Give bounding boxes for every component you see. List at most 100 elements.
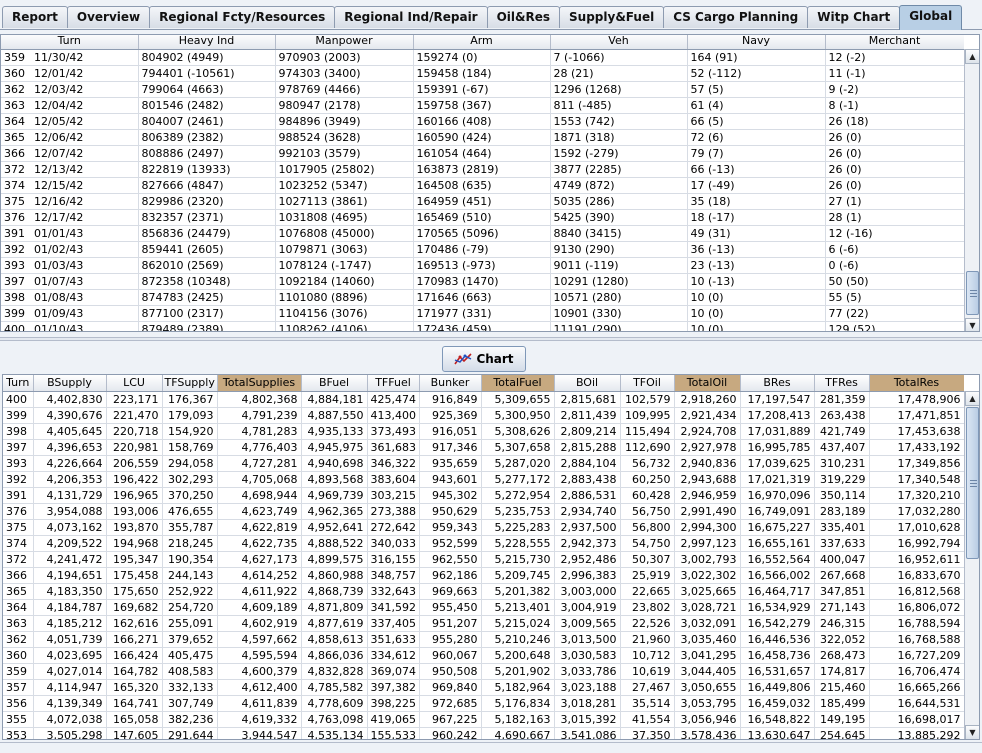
column-header-turn[interactable]: Turn xyxy=(1,35,139,50)
table-row[interactable]: 366 4,194,651 175,458 244,143 4,614,252 4,860… xyxy=(3,567,964,584)
tab-regional-fcty-resources[interactable]: Regional Fcty/Resources xyxy=(149,6,336,28)
cell-tffuel: 346,322 xyxy=(367,455,420,472)
scroll-thumb[interactable] xyxy=(966,271,979,315)
table-row[interactable]: 391 4,131,729 196,965 370,250 4,698,944 4,969… xyxy=(3,487,964,504)
cell-bsupply: 4,027,014 xyxy=(33,663,107,680)
cell-tfres: 347,851 xyxy=(814,583,870,600)
table-row[interactable]: 376 12/17/42 832357 (2371) 1031808 (4695) 16… xyxy=(1,209,964,226)
table-row[interactable]: 359 4,027,014 164,782 408,583 4,600,379 4,832… xyxy=(3,663,964,680)
column-header-lcu[interactable]: LCU xyxy=(106,375,163,392)
cell-merchant: 8 (-1) xyxy=(825,97,964,114)
table-row[interactable]: 362 4,051,739 166,271 379,652 4,597,662 4,858… xyxy=(3,631,964,648)
table-row[interactable]: 399 01/09/43 877100 (2317) 1104156 (3076) 17… xyxy=(1,305,964,322)
table-row[interactable]: 357 4,114,947 165,320 332,133 4,612,400 4,785… xyxy=(3,679,964,696)
scroll-up-button[interactable]: ▲ xyxy=(965,391,979,406)
tab-overview[interactable]: Overview xyxy=(66,6,151,28)
column-header-boil[interactable]: BOil xyxy=(554,375,621,392)
column-header-manpower[interactable]: Manpower xyxy=(275,35,414,50)
table-row[interactable]: 375 4,073,162 193,870 355,787 4,622,819 4,952… xyxy=(3,519,964,536)
column-header-tfres[interactable]: TFRes xyxy=(814,375,870,392)
table-row[interactable]: 400 01/10/43 879489 (2389) 1108262 (4106) 17… xyxy=(1,321,964,331)
table-row[interactable]: 393 01/03/43 862010 (2569) 1078124 (-1747) 1… xyxy=(1,257,964,274)
column-header-tffuel[interactable]: TFFuel xyxy=(367,375,420,392)
cell-veh: 5035 (286) xyxy=(550,193,688,210)
table-row[interactable]: 365 12/06/42 806389 (2382) 988524 (3628) 160… xyxy=(1,129,964,146)
table-row-partial[interactable]: 359 11/30/42 804902 (4949) 970903 (2003) 159… xyxy=(1,49,964,66)
column-header-veh[interactable]: Veh xyxy=(550,35,688,50)
table-row[interactable]: 366 12/07/42 808886 (2497) 992103 (3579) 161… xyxy=(1,145,964,162)
table-row[interactable]: 397 01/07/43 872358 (10348) 1092184 (14060)… xyxy=(1,273,964,290)
cell-totalsupplies: 4,776,403 xyxy=(217,439,302,456)
table-row[interactable]: 398 4,405,645 220,718 154,920 4,781,283 4,935… xyxy=(3,423,964,440)
scroll-up-button[interactable]: ▲ xyxy=(965,49,979,64)
cell-totaloil: 2,946,959 xyxy=(674,487,741,504)
table-row[interactable]: 399 4,390,676 221,470 179,093 4,791,239 4,887… xyxy=(3,407,964,424)
table-row[interactable]: 355 4,072,038 165,058 382,236 4,619,332 4,763… xyxy=(3,711,964,728)
column-header-totalsupplies[interactable]: TotalSupplies xyxy=(217,375,302,392)
table-row[interactable]: 392 4,206,353 196,422 302,293 4,705,068 4,893… xyxy=(3,471,964,488)
table-row[interactable]: 393 4,226,664 206,559 294,058 4,727,281 4,940… xyxy=(3,455,964,472)
column-header-tfoil[interactable]: TFOil xyxy=(620,375,675,392)
column-header-totaloil[interactable]: TotalOil xyxy=(674,375,741,392)
cell-turn: 353 xyxy=(3,727,34,739)
column-header-bfuel[interactable]: BFuel xyxy=(301,375,368,392)
table-row[interactable]: 362 12/03/42 799064 (4663) 978769 (4466) 159… xyxy=(1,81,964,98)
table-row[interactable]: 363 12/04/42 801546 (2482) 980947 (2178) 159… xyxy=(1,97,964,114)
scroll-thumb[interactable] xyxy=(966,407,979,559)
table-row[interactable]: 391 01/01/43 856836 (24479) 1076808 (45000)… xyxy=(1,225,964,242)
column-header-bres[interactable]: BRes xyxy=(740,375,815,392)
column-header-bunker[interactable]: Bunker xyxy=(419,375,482,392)
table-row[interactable]: 363 4,185,212 162,616 255,091 4,602,919 4,877… xyxy=(3,615,964,632)
table-row[interactable]: 400 4,402,830 223,171 176,367 4,802,368 4,884… xyxy=(3,391,964,408)
table-row[interactable]: 374 12/15/42 827666 (4847) 1023252 (5347) 16… xyxy=(1,177,964,194)
table-row-partial[interactable]: 353 3,505,298 147,605 291,644 3,944,547 4,535… xyxy=(3,727,964,739)
cell-bsupply: 4,051,739 xyxy=(33,631,107,648)
table-row[interactable]: 375 12/16/42 829986 (2320) 1027113 (3861) 16… xyxy=(1,193,964,210)
chart-button[interactable]: Chart xyxy=(442,346,526,372)
cell-arm: 164508 (635) xyxy=(413,177,551,194)
cell-totalres: 16,806,072 xyxy=(869,599,964,616)
column-header-bsupply[interactable]: BSupply xyxy=(33,375,107,392)
table-row[interactable]: 372 4,241,472 195,347 190,354 4,627,173 4,899… xyxy=(3,551,964,568)
split-pane-divider[interactable] xyxy=(0,337,982,341)
bottom-table-scrollbar[interactable]: ▲ ▼ xyxy=(964,391,979,739)
table-row[interactable]: 364 12/05/42 804007 (2461) 984896 (3949) 160… xyxy=(1,113,964,130)
column-header-turn[interactable]: Turn xyxy=(3,375,34,392)
column-header-heavy-ind[interactable]: Heavy Ind xyxy=(138,35,276,50)
tab-oil-res[interactable]: Oil&Res xyxy=(486,6,561,28)
table-row[interactable]: 397 4,396,653 220,981 158,769 4,776,403 4,945… xyxy=(3,439,964,456)
cell-boil: 2,934,740 xyxy=(554,503,621,520)
tab-report[interactable]: Report xyxy=(2,6,68,28)
table-row[interactable]: 364 4,184,787 169,682 254,720 4,609,189 4,871… xyxy=(3,599,964,616)
column-header-totalres[interactable]: TotalRes xyxy=(869,375,964,392)
tab-global[interactable]: Global xyxy=(899,5,963,30)
scroll-down-button[interactable]: ▼ xyxy=(965,725,979,739)
tab-supply-fuel[interactable]: Supply&Fuel xyxy=(559,6,665,28)
column-header-tfsupply[interactable]: TFSupply xyxy=(162,375,218,392)
column-header-arm[interactable]: Arm xyxy=(413,35,551,50)
tab-cs-cargo-planning[interactable]: CS Cargo Planning xyxy=(663,6,809,28)
column-header-totalfuel[interactable]: TotalFuel xyxy=(481,375,555,392)
table-row[interactable]: 365 4,183,350 175,650 252,922 4,611,922 4,868… xyxy=(3,583,964,600)
cell-tfres: 319,229 xyxy=(814,471,870,488)
cell-bres: 16,655,161 xyxy=(740,535,815,552)
table-row[interactable]: 372 12/13/42 822819 (13933) 1017905 (25802)… xyxy=(1,161,964,178)
table-row[interactable]: 360 12/01/42 794401 (-10561) 974303 (3400) 1… xyxy=(1,65,964,82)
table-row[interactable]: 374 4,209,522 194,968 218,245 4,622,735 4,888… xyxy=(3,535,964,552)
scroll-down-button[interactable]: ▼ xyxy=(965,318,979,331)
column-header-navy[interactable]: Navy xyxy=(687,35,826,50)
top-table-scrollbar[interactable]: ▲ ▼ xyxy=(964,49,979,331)
table-row[interactable]: 392 01/02/43 859441 (2605) 1079871 (3063) 17… xyxy=(1,241,964,258)
cell-manpower: 1076808 (45000) xyxy=(275,225,414,242)
table-row[interactable]: 398 01/08/43 874783 (2425) 1101080 (8896) 17… xyxy=(1,289,964,306)
column-header-merchant[interactable]: Merchant xyxy=(825,35,964,50)
cell-bunker: 943,601 xyxy=(419,471,482,488)
table-row[interactable]: 356 4,139,349 164,741 307,749 4,611,839 4,778… xyxy=(3,695,964,712)
cell-totalfuel: 5,215,024 xyxy=(481,615,555,632)
cell-tffuel: 272,642 xyxy=(367,519,420,536)
table-row[interactable]: 360 4,023,695 166,424 405,475 4,595,594 4,866… xyxy=(3,647,964,664)
tab-regional-ind-repair[interactable]: Regional Ind/Repair xyxy=(334,6,488,28)
cell-bres: 16,449,806 xyxy=(740,679,815,696)
tab-witp-chart[interactable]: Witp Chart xyxy=(807,6,901,28)
table-row[interactable]: 376 3,954,088 193,006 476,655 4,623,749 4,962… xyxy=(3,503,964,520)
